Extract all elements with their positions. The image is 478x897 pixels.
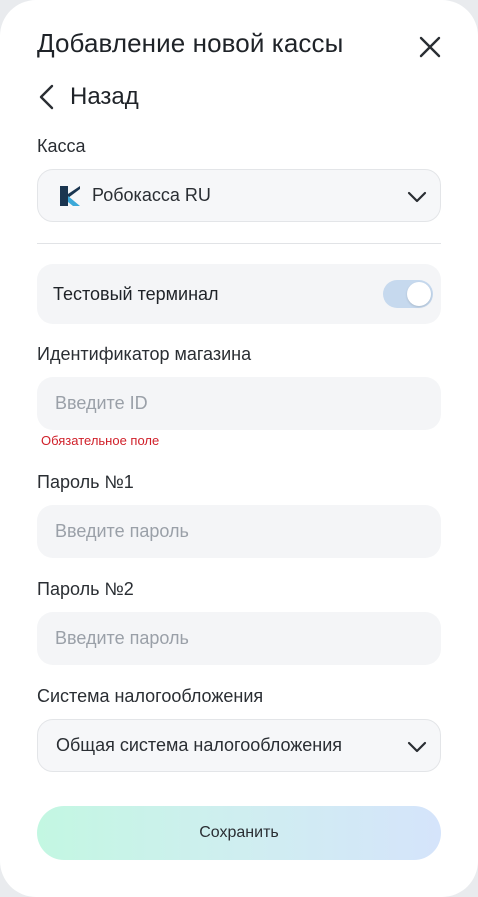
chevron-down-icon — [407, 191, 427, 203]
tax-system-select[interactable]: Общая система налогообложения — [37, 719, 441, 772]
shop-id-label: Идентификатор магазина — [37, 344, 252, 364]
save-button[interactable]: Сохранить — [37, 806, 441, 860]
section-divider — [37, 243, 441, 244]
close-icon — [419, 36, 441, 58]
robokassa-logo-icon — [60, 185, 80, 206]
tax-system-label: Система налогообложения — [37, 686, 264, 706]
toggle-knob — [407, 282, 431, 306]
close-button[interactable] — [417, 34, 443, 60]
shop-id-input[interactable] — [37, 377, 441, 430]
password1-field-wrapper — [37, 505, 441, 558]
password2-field-wrapper — [37, 612, 441, 665]
password2-label: Пароль №2 — [37, 579, 134, 599]
modal-title: Добавление новой кассы — [37, 28, 344, 58]
password1-input[interactable] — [37, 505, 441, 558]
cashbox-selected-value: Робокасса RU — [92, 185, 211, 205]
test-terminal-row: Тестовый терминал — [37, 264, 441, 324]
password2-input[interactable] — [37, 612, 441, 665]
password1-label: Пароль №1 — [37, 472, 134, 492]
shop-id-field-wrapper — [37, 377, 441, 430]
shop-id-error: Обязательное поле — [41, 433, 160, 448]
chevron-left-icon — [39, 84, 54, 110]
back-button[interactable]: Назад — [37, 82, 139, 112]
cashbox-select[interactable]: Робокасса RU — [37, 169, 441, 222]
chevron-down-icon — [407, 741, 427, 753]
test-terminal-toggle[interactable] — [383, 280, 433, 308]
tax-system-selected-value: Общая система налогообложения — [56, 735, 343, 755]
cashbox-label: Касса — [37, 136, 86, 156]
test-terminal-label: Тестовый терминал — [53, 283, 219, 304]
add-cashbox-modal: Добавление новой кассы Назад Касса Робок… — [0, 0, 478, 897]
back-label: Назад — [70, 83, 139, 110]
